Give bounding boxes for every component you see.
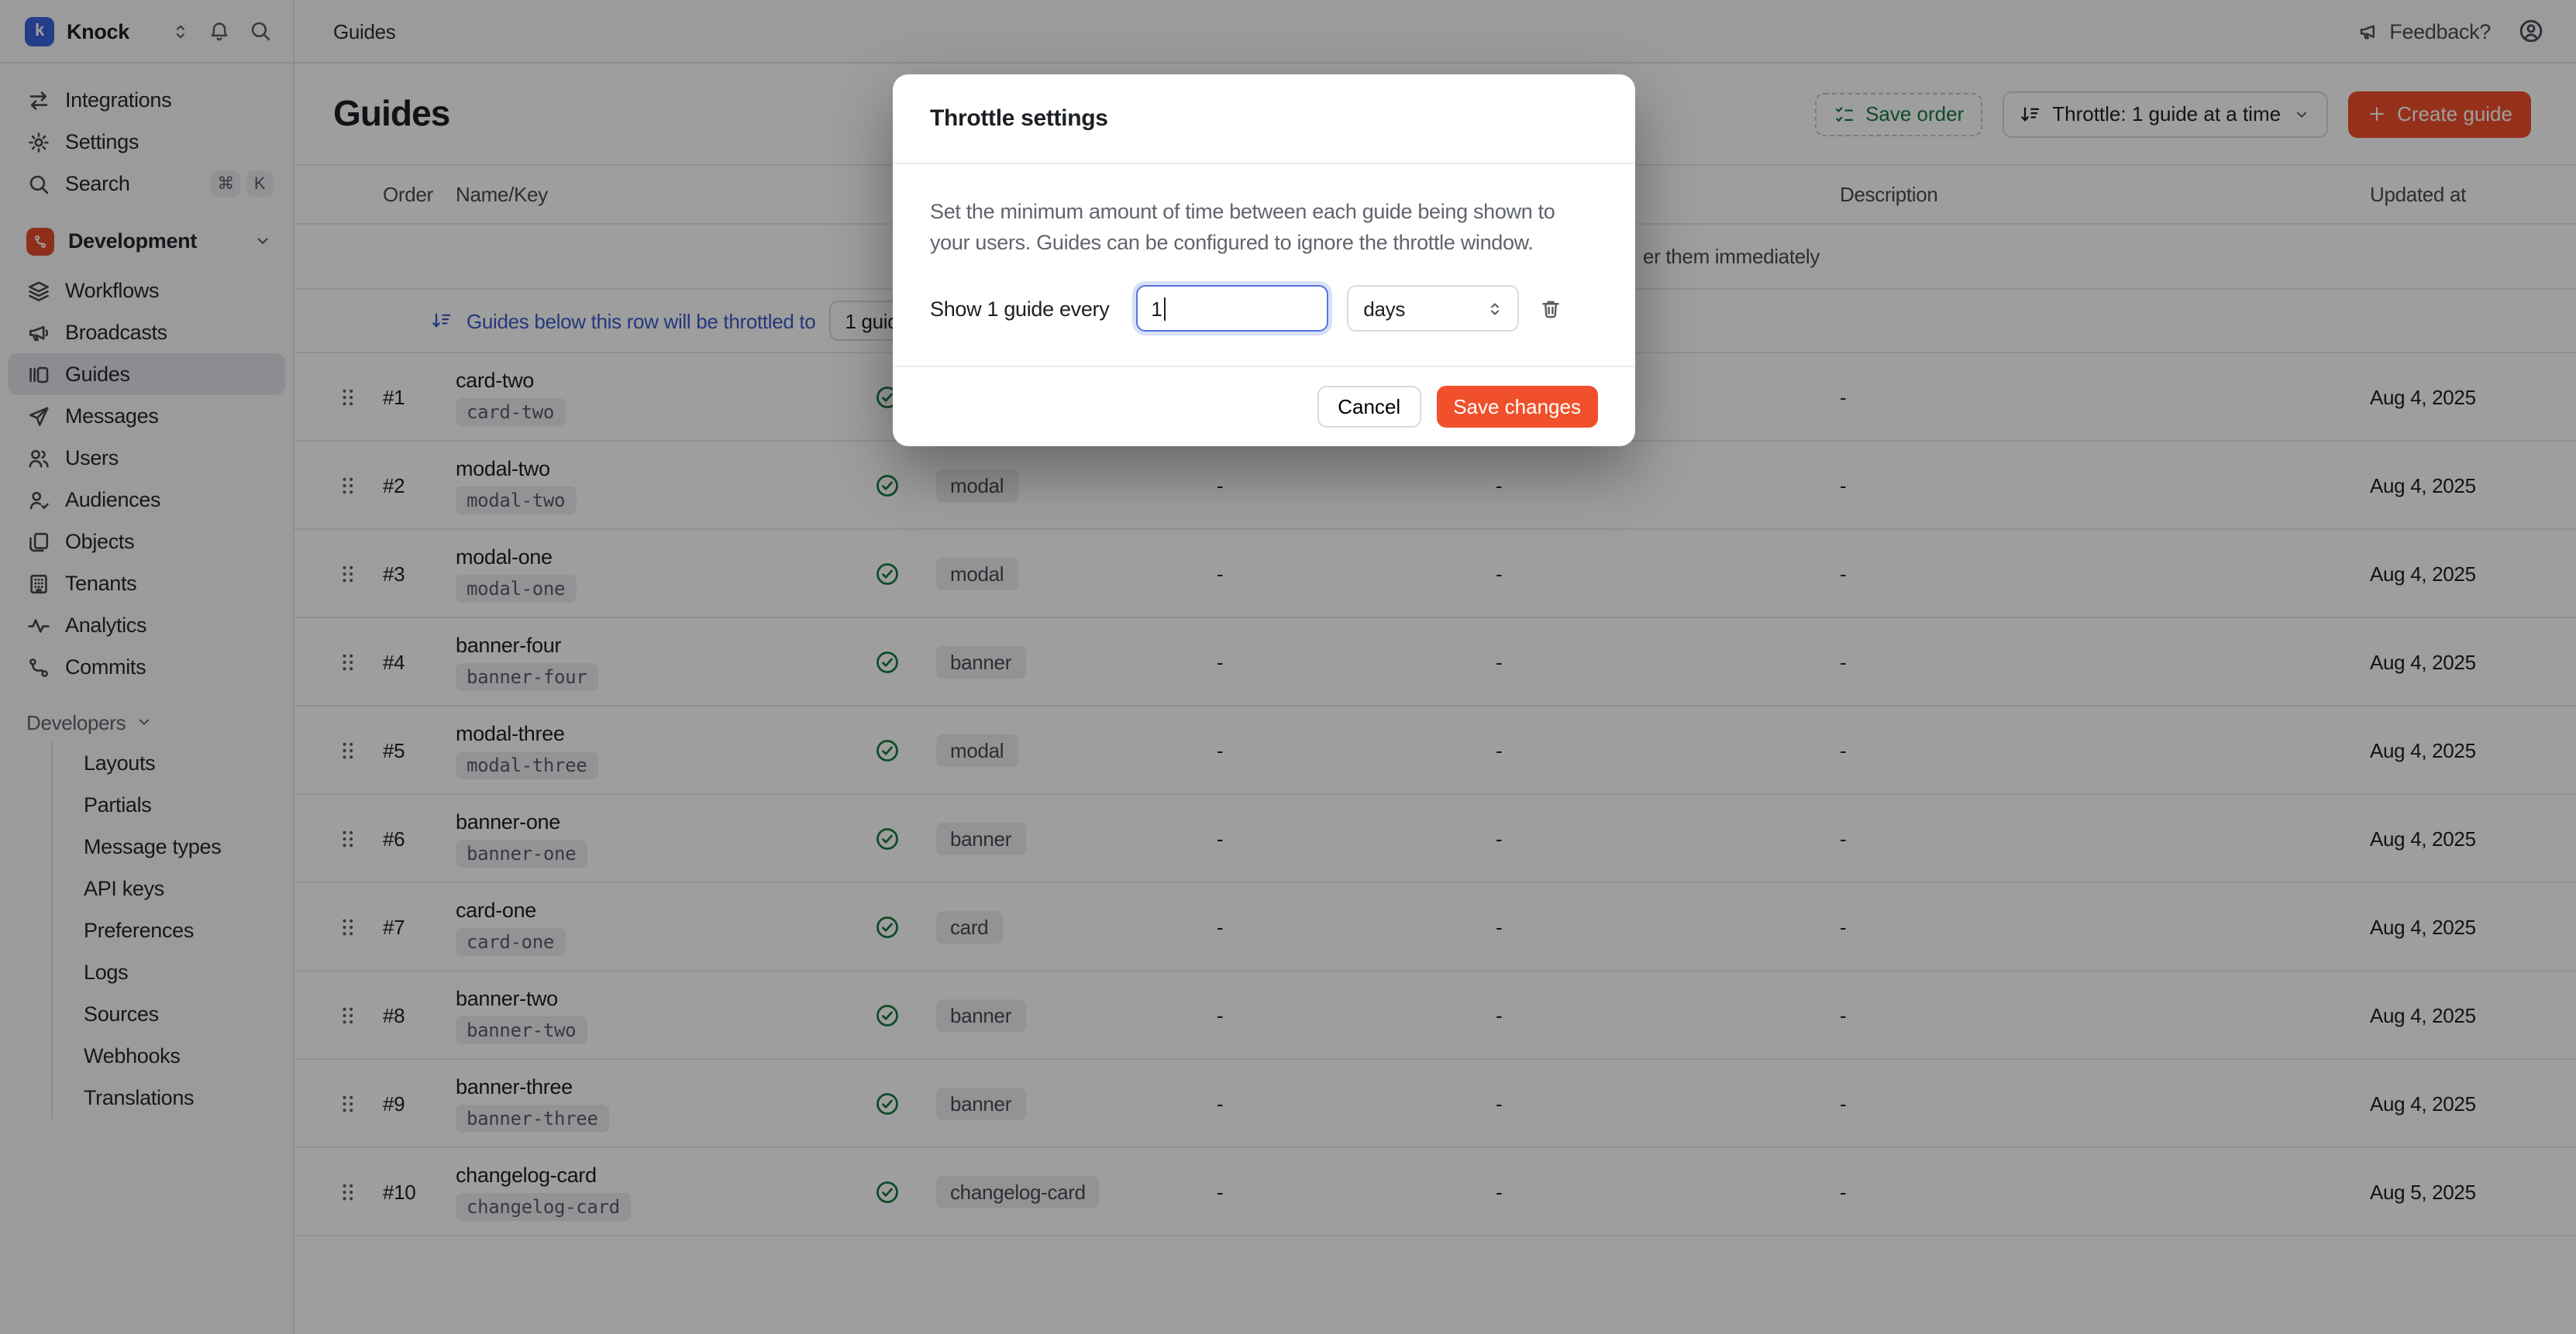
text-caret — [1164, 297, 1166, 320]
save-changes-button[interactable]: Save changes — [1436, 386, 1598, 428]
modal-title: Throttle settings — [930, 105, 1108, 132]
throttle-unit-select[interactable]: days — [1346, 285, 1518, 332]
select-stepper-icon — [1484, 298, 1504, 318]
cancel-button[interactable]: Cancel — [1317, 386, 1421, 428]
modal-description: Set the minimum amount of time between e… — [930, 197, 1581, 259]
delete-throttle-button[interactable] — [1538, 297, 1562, 320]
throttle-value-input[interactable]: 1 — [1135, 285, 1328, 332]
throttle-input-label: Show 1 guide every — [930, 297, 1109, 320]
app-root: k Knock Guides Feedback? Inte — [0, 0, 2576, 1334]
throttle-settings-modal: Throttle settings Set the minimum amount… — [893, 74, 1635, 446]
